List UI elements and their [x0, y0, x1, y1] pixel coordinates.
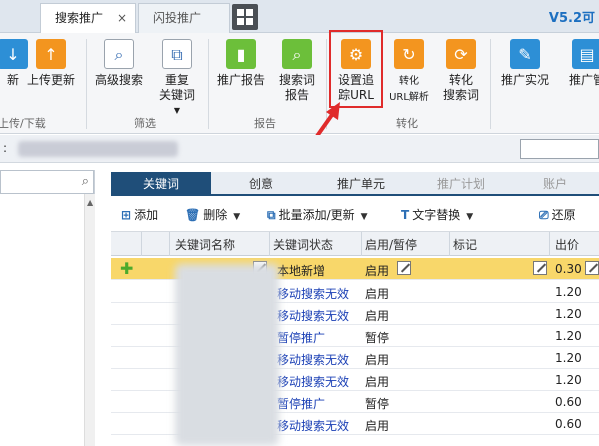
batch-add-update-button[interactable]: ⧉ 批量添加/更新 ▼	[267, 206, 368, 223]
chart-report-icon: ▮	[226, 39, 256, 69]
chevron-down-icon[interactable]: ▼	[466, 212, 473, 222]
chevron-down-icon[interactable]: ▼	[361, 212, 368, 222]
search-report-icon: ⌕	[282, 39, 312, 69]
add-button[interactable]: ⊞ 添加	[121, 206, 158, 223]
ribbon-button-convert-url[interactable]: ↻ 转化 URL解析	[380, 39, 438, 105]
tab-label: 搜索推广	[55, 11, 104, 25]
edit-icon[interactable]	[533, 261, 547, 275]
level-tabs: 关键词 创意 推广单元 推广计划 账户	[111, 172, 599, 196]
tab-flash-promotion[interactable]: 闪投推广	[138, 3, 230, 33]
close-icon[interactable]: ×	[117, 4, 127, 32]
replace-icon: T	[401, 208, 410, 222]
column-header-keyword-name[interactable]: 关键词名称	[175, 236, 235, 253]
plus-icon: ⊞	[121, 208, 132, 222]
delete-button[interactable]: 🗑 删除 ▼	[185, 206, 240, 223]
tab-search-promotion[interactable]: 搜索推广 ×	[40, 3, 136, 33]
search-icon[interactable]: ⌕	[82, 174, 89, 189]
new-item-icon: ✚	[120, 259, 134, 278]
top-tab-bar: 搜索推广 × 闪投推广 V5.2可	[0, 0, 599, 33]
column-header-enable-pause[interactable]: 启用/暂停	[365, 236, 417, 253]
version-label: V5.2可	[548, 11, 595, 26]
text-replace-button[interactable]: T 文字替换 ▼	[401, 206, 473, 223]
account-search-input[interactable]	[520, 139, 599, 159]
refresh-icon: ↻	[394, 39, 424, 69]
group-label-filter: 筛选	[134, 117, 156, 130]
ribbon-button-convert-search-terms[interactable]: ⟳ 转化 搜索词	[432, 39, 490, 103]
tab-ad-group[interactable]: 推广单元	[311, 172, 411, 196]
convert-search-icon: ⟳	[446, 39, 476, 69]
restore-button[interactable]: ⎚ 还原	[539, 206, 576, 223]
highlight-box	[329, 30, 383, 108]
trash-icon: 🗑	[185, 208, 201, 222]
tab-campaign[interactable]: 推广计划	[411, 172, 511, 196]
ribbon-button-duplicate-keywords[interactable]: ⧉ 重复 关键词 ▼	[148, 39, 206, 118]
column-header-bid[interactable]: 出价	[555, 236, 579, 253]
blurred-account	[18, 141, 178, 157]
upload-icon: ↑	[36, 39, 66, 69]
edit-icon[interactable]	[397, 261, 411, 275]
tree-search-input[interactable]: ⌕	[0, 170, 94, 194]
chevron-down-icon[interactable]: ▼	[233, 212, 240, 222]
live-icon: ✎	[510, 39, 540, 69]
group-label-report: 报告	[254, 117, 276, 130]
edit-icon[interactable]	[585, 261, 599, 275]
magnifier-icon: ⌕	[104, 39, 134, 69]
tab-account[interactable]: 账户	[511, 172, 599, 196]
tab-label: 闪投推广	[153, 11, 202, 25]
keyword-toolbar: ⊞ 添加 🗑 删除 ▼ ⧉ 批量添加/更新 ▼ T 文字替换 ▼ ⎚ 还原	[111, 198, 599, 232]
tab-creative[interactable]: 创意	[211, 172, 311, 196]
restore-icon: ⎚	[539, 208, 549, 222]
ribbon-button-upload[interactable]: ↑ 上传更新	[22, 39, 80, 88]
ribbon-button-advanced-search[interactable]: ⌕ 高级搜索	[90, 39, 148, 88]
group-label-upload-download: 上传/下载	[0, 117, 46, 130]
column-header-mark[interactable]: 标记	[453, 236, 477, 253]
ribbon-button-manage[interactable]: ▤ 推广管	[558, 39, 599, 88]
account-bar: :	[0, 135, 599, 163]
chevron-down-icon: ▼	[173, 106, 181, 115]
scrollbar[interactable]: ▲	[84, 194, 95, 446]
ribbon-toolbar: ↓ 新 ↑ 上传更新 ⌕ 高级搜索 ⧉ 重复 关键词 ▼ ▮ 推广报告 ⌕ 搜索…	[0, 33, 599, 134]
column-header-keyword-status[interactable]: 关键词状态	[273, 236, 333, 253]
table-header: 关键词名称 关键词状态 启用/暂停 标记 出价	[111, 232, 599, 256]
account-tree-pane: ⌕ ▲	[0, 170, 95, 446]
ribbon-button-live-promotion[interactable]: ✎ 推广实况	[496, 39, 554, 88]
batch-icon: ⧉	[267, 208, 276, 222]
scroll-up-icon[interactable]: ▲	[87, 198, 93, 207]
duplicate-icon: ⧉	[162, 39, 192, 69]
ribbon-button-search-term-report[interactable]: ⌕ 搜索词 报告	[268, 39, 326, 103]
group-label-conversion: 转化	[396, 117, 418, 130]
grid-menu-icon[interactable]	[232, 4, 258, 30]
blurred-keyword-names	[175, 264, 279, 446]
manage-icon: ▤	[572, 39, 599, 69]
ribbon-button-promotion-report[interactable]: ▮ 推广报告	[212, 39, 270, 88]
tab-keywords[interactable]: 关键词	[111, 172, 211, 196]
